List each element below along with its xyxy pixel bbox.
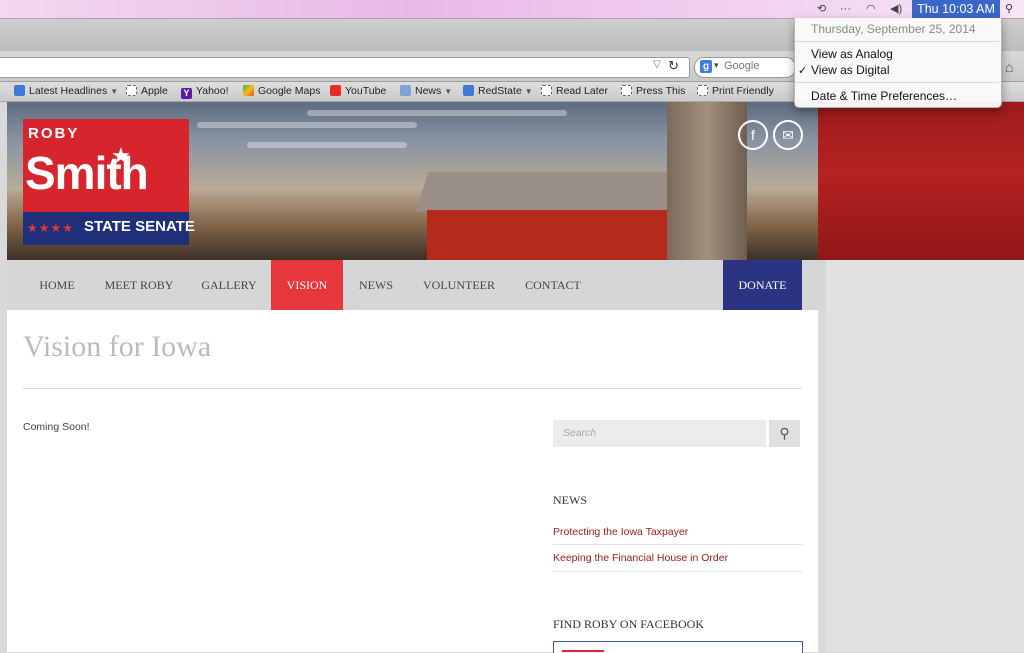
yahoo-icon: Y	[181, 88, 192, 99]
url-dropdown-icon[interactable]: ▽	[653, 59, 661, 70]
email-icon[interactable]: ✉	[773, 120, 803, 150]
menu-date: Thursday, September 25, 2014	[811, 22, 976, 36]
chevron-down-icon: ▼	[110, 87, 119, 96]
red-barn	[427, 210, 697, 260]
folder-icon	[400, 85, 411, 96]
page-icon	[697, 85, 708, 96]
news-divider	[553, 544, 802, 545]
page-icon	[621, 85, 632, 96]
rss-icon	[14, 85, 25, 96]
home-icon[interactable]: ⌂	[1005, 59, 1013, 75]
menu-view-digital[interactable]: View as Digital	[811, 63, 889, 77]
bookmark-folder-news[interactable]: News ▼	[400, 84, 452, 99]
bookmark-latest-headlines[interactable]: Latest Headlines ▼	[14, 84, 118, 99]
nav-donate[interactable]: DONATE	[723, 260, 802, 310]
nav-meet-roby[interactable]: MEET ROBY	[100, 260, 178, 310]
browser-search-placeholder: Google	[724, 60, 760, 72]
header-red-band	[818, 102, 1024, 260]
youtube-icon	[330, 85, 341, 96]
bookmark-apple[interactable]: Apple	[126, 84, 168, 98]
menu-separator	[795, 41, 999, 42]
bookmark-read-later[interactable]: Read Later	[541, 84, 608, 98]
reload-icon[interactable]: ↻	[668, 58, 679, 74]
facebook-icon[interactable]: f	[738, 120, 768, 150]
page-icon	[126, 85, 137, 96]
search-engine-caret-icon[interactable]: ▾	[714, 60, 719, 71]
silo	[667, 102, 747, 260]
rss-icon	[463, 85, 474, 96]
menu-date-time-preferences[interactable]: Date & Time Preferences…	[811, 89, 957, 103]
news-link[interactable]: Protecting the Iowa Taxpayer	[553, 526, 688, 538]
nav-home[interactable]: HOME	[30, 260, 84, 310]
title-divider	[23, 388, 802, 389]
news-link[interactable]: Keeping the Financial House in Order	[553, 552, 728, 564]
google-maps-icon	[243, 85, 254, 96]
bookmark-yahoo[interactable]: Y Yahoo!	[181, 84, 229, 99]
nav-volunteer[interactable]: VOLUNTEER	[418, 260, 500, 310]
nav-news[interactable]: NEWS	[351, 260, 401, 310]
search-icon[interactable]: ⚲	[769, 420, 800, 447]
spotlight-icon[interactable]: ⚲	[1005, 2, 1013, 15]
more-icon[interactable]: ···	[840, 2, 851, 16]
bookmark-redstate[interactable]: RedState ▼	[463, 84, 533, 99]
logo-last-name: Smith	[25, 147, 149, 199]
menu-separator	[795, 82, 999, 83]
page-icon	[541, 85, 552, 96]
checkmark-icon: ✓	[798, 65, 808, 77]
bookmark-print-friendly[interactable]: Print Friendly	[697, 84, 774, 98]
site-search-placeholder: Search	[563, 427, 597, 439]
bookmark-press-this[interactable]: Press This	[621, 84, 685, 98]
sidebar-facebook-heading: FIND ROBY ON FACEBOOK	[553, 617, 705, 631]
nav-gallery[interactable]: GALLERY	[196, 260, 262, 310]
barn-roof	[415, 172, 689, 212]
cloud-streak	[307, 110, 567, 116]
nav-contact[interactable]: CONTACT	[518, 260, 588, 310]
sidebar-news-heading: NEWS	[553, 493, 587, 507]
chevron-down-icon: ▼	[444, 87, 453, 96]
volume-icon[interactable]: ◀)	[890, 2, 902, 16]
nav-vision[interactable]: VISION	[271, 260, 343, 310]
google-search-engine-icon[interactable]: g	[700, 60, 712, 73]
chevron-down-icon: ▼	[524, 87, 533, 96]
cloud-streak	[197, 122, 417, 128]
page-background	[826, 260, 1024, 652]
menubar-clock[interactable]: Thu 10:03 AM	[912, 0, 1000, 18]
wifi-icon[interactable]: ◠	[866, 2, 876, 16]
menu-view-analog[interactable]: View as Analog	[811, 47, 893, 61]
bookmark-google-maps[interactable]: Google Maps	[243, 84, 320, 98]
page-title: Vision for Iowa	[23, 330, 212, 363]
news-divider	[553, 571, 802, 572]
logo-subtitle: STATE SENATE	[84, 218, 195, 235]
bookmark-youtube[interactable]: YouTube	[330, 84, 386, 98]
cloud-streak	[247, 142, 407, 148]
address-bar[interactable]	[0, 57, 690, 78]
stars-icon: ★★★★	[27, 221, 75, 235]
time-machine-icon[interactable]: ⟲	[817, 2, 826, 16]
logo-first-name: ROBY	[28, 125, 80, 142]
body-text: Coming Soon!	[23, 421, 90, 433]
